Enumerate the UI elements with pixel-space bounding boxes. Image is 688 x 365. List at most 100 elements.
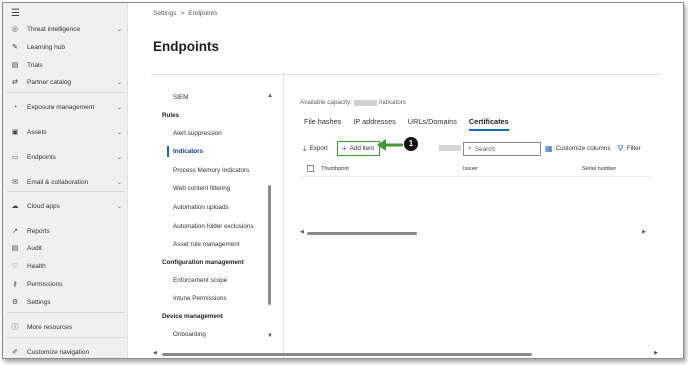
breadcrumb-current: Endpoints (188, 10, 218, 17)
scroll-down-arrow-icon[interactable]: ▼ (267, 333, 273, 339)
nav-item-label: Endpoints (27, 153, 56, 161)
nav-item-label: Exposure management (27, 103, 95, 111)
column-serial-number[interactable]: Serial number (582, 166, 616, 172)
chevron-down-icon[interactable]: ⌄ (117, 104, 122, 111)
nav-item-health[interactable]: ♡ Health (3, 258, 128, 274)
capacity-label: Available capacity: (300, 99, 353, 106)
nav-item-more-resources[interactable]: ⓘ More resources (3, 319, 128, 335)
page-horizontal-scrollbar[interactable]: ◀ ▶ (153, 350, 658, 358)
add-item-label: Add item (349, 145, 375, 152)
chevron-down-icon[interactable]: ⌄ (117, 154, 122, 161)
settings-item-automation-folder-exclusions[interactable]: Automation folder exclusions (173, 223, 254, 230)
page-scroll-left-arrow-icon[interactable]: ◀ (153, 350, 157, 356)
settings-list-panel: ▲ ▼ SIEM Rules Alert suppression Indicators… (151, 75, 281, 358)
column-thumbprint[interactable]: Thumbprint (321, 166, 349, 172)
nav-item-reports[interactable]: ↗ Reports (3, 223, 128, 239)
settings-item-automation-uploads[interactable]: Automation uploads (173, 204, 229, 211)
scroll-up-arrow-icon[interactable]: ▲ (267, 93, 273, 99)
settings-item-alert-suppression[interactable]: Alert suppression (173, 130, 222, 137)
settings-item-web-content-filtering[interactable]: Web content filtering (173, 185, 230, 192)
settings-item-indicators[interactable]: Indicators (173, 148, 203, 155)
info-icon: ⓘ (11, 324, 19, 331)
nav-item-label: Threat intelligence (27, 25, 81, 33)
chevron-down-icon[interactable]: ⌄ (117, 129, 122, 136)
vertical-scrollbar-thumb[interactable] (268, 185, 271, 305)
settings-item-process-memory-indicators[interactable]: Process Memory Indicators (173, 167, 249, 174)
chevron-down-icon[interactable]: ⌄ (117, 79, 122, 86)
nav-item-label: Customize navigation (27, 348, 90, 356)
column-issuer[interactable]: Issuer (463, 166, 478, 172)
settings-item-onboarding[interactable]: Onboarding (173, 331, 206, 338)
nav-divider (7, 312, 124, 313)
customize-columns-button[interactable]: ▦ Customize columns (545, 141, 611, 156)
exposure-icon: ◔ (12, 103, 18, 111)
search-icon: ⌕ (468, 145, 472, 152)
nav-item-permissions[interactable]: ⚷ Permissions (3, 276, 128, 292)
page-scrollbar-thumb[interactable] (162, 353, 532, 356)
nav-item-customize-navigation[interactable]: ✐ Customize navigation (3, 344, 128, 358)
nav-item-label: Audit (27, 244, 42, 252)
nav-item-exposure-management[interactable]: ◔ Exposure management ⌄ (3, 99, 128, 115)
export-button[interactable]: ⤓ Export (303, 141, 328, 156)
add-item-button[interactable]: + Add item (337, 141, 380, 156)
export-label: Export (309, 145, 328, 152)
plus-icon: + (342, 144, 347, 153)
customize-columns-label: Customize columns (555, 145, 611, 152)
section-header-device-management: Device management (162, 313, 223, 320)
hamburger-menu-icon[interactable]: ☰ (11, 8, 20, 19)
settings-item-intune-permissions[interactable]: Intune Permissions (173, 295, 227, 302)
endpoints-icon: ▭ (11, 154, 19, 161)
settings-item-enforcement-scope[interactable]: Enforcement scope (173, 277, 227, 284)
nav-item-label: Partner catalog (27, 78, 72, 86)
nav-item-label: Assets (27, 128, 47, 136)
nav-divider (7, 191, 124, 192)
chevron-down-icon[interactable]: ⌄ (117, 179, 122, 186)
nav-item-learning-hub[interactable]: ✎ Learning hub (3, 39, 128, 55)
tab-file-hashes[interactable]: File hashes (304, 117, 341, 131)
redacted-value (354, 99, 378, 106)
search-input[interactable]: ⌕ Search (463, 142, 541, 156)
nav-divider (7, 337, 124, 338)
tab-certificates[interactable]: Certificates (468, 117, 509, 131)
nav-item-audit[interactable]: ▤ Audit (3, 240, 128, 256)
chevron-down-icon[interactable]: ⌄ (117, 203, 122, 210)
select-all-checkbox[interactable] (307, 165, 314, 172)
audit-icon: ▤ (11, 245, 19, 252)
nav-item-partner-catalog[interactable]: ⇄ Partner catalog ⌄ (3, 74, 128, 90)
tab-urls-domains[interactable]: URLs/Domains (408, 117, 457, 131)
reports-icon: ↗ (12, 228, 18, 235)
tab-ip-addresses[interactable]: IP addresses (353, 117, 395, 131)
settings-item-asset-rule-management[interactable]: Asset rule management (173, 241, 240, 248)
page-scroll-right-arrow-icon[interactable]: ▶ (654, 350, 658, 356)
settings-item-siem[interactable]: SIEM (173, 94, 188, 101)
nav-item-email-collaboration[interactable]: ✉ Email & collaboration ⌄ (3, 174, 128, 190)
filter-label: Filter (626, 145, 641, 152)
breadcrumb: Settings > Endpoints (153, 10, 217, 17)
table-scrollbar-thumb[interactable] (307, 232, 417, 235)
assets-icon: ▣ (11, 129, 19, 136)
filter-button[interactable]: ⛛ Filter (617, 141, 641, 156)
nav-item-cloud-apps[interactable]: ☁ Cloud apps ⌄ (3, 198, 128, 214)
scroll-right-arrow-icon[interactable]: ▶ (642, 229, 646, 235)
nav-item-label: Learning hub (27, 43, 65, 51)
nav-item-trials[interactable]: ▤ Trials (3, 57, 128, 73)
filter-icon: ⛛ (617, 143, 624, 153)
section-header-configuration-management: Configuration management (162, 259, 244, 266)
scroll-left-arrow-icon[interactable]: ◀ (300, 229, 304, 235)
breadcrumb-settings[interactable]: Settings (153, 10, 177, 17)
nav-item-label: Email & collaboration (27, 178, 89, 186)
panel-divider (283, 75, 284, 358)
columns-icon: ▦ (545, 144, 553, 153)
nav-item-label: Permissions (27, 280, 63, 288)
nav-item-assets[interactable]: ▣ Assets ⌄ (3, 124, 128, 140)
learning-icon: ✎ (12, 44, 18, 51)
download-icon: ⤓ (303, 143, 307, 153)
nav-item-label: Trials (27, 61, 43, 69)
nav-item-endpoints[interactable]: ▭ Endpoints ⌄ (3, 149, 128, 165)
chevron-down-icon[interactable]: ⌄ (117, 26, 122, 33)
email-icon: ✉ (12, 179, 18, 186)
callout-arrow-icon (377, 139, 403, 151)
table-horizontal-scrollbar[interactable]: ◀ ▶ (300, 229, 646, 237)
nav-item-threat-intelligence[interactable]: ◎ Threat intelligence ⌄ (3, 21, 128, 37)
nav-item-settings[interactable]: ⚙ Settings (3, 294, 128, 310)
